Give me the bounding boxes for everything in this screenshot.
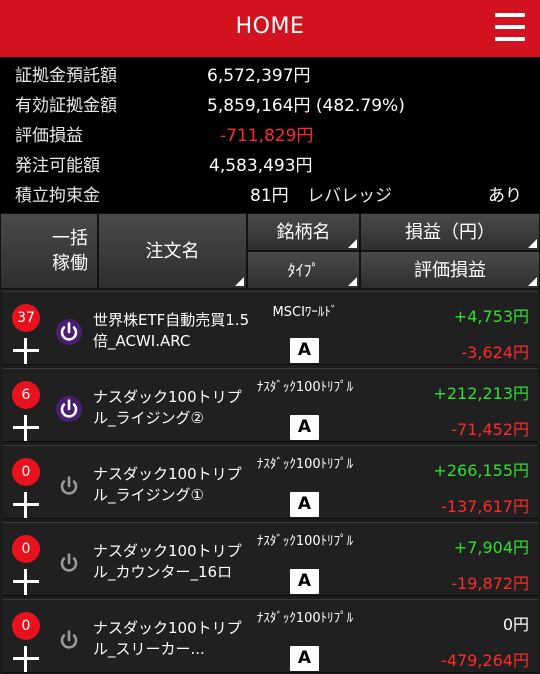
sort-triangle-icon [235,277,244,286]
symbol-name: ﾅｽﾀﾞｯｸ100ﾄﾘﾌﾟﾙ [256,380,354,395]
symbol-name: ﾅｽﾀﾞｯｸ100ﾄﾘﾌﾟﾙ [256,457,354,472]
plus-icon[interactable] [13,415,39,441]
symbol-name: ﾅｽﾀﾞｯｸ100ﾄﾘﾌﾟﾙ [256,534,354,549]
profit-value: +4,753円 [453,307,529,326]
column-header-order-name-label: 注文名 [145,241,200,262]
sort-triangle-icon [348,239,357,248]
column-header-symbol[interactable]: 銘柄名 [247,213,360,251]
column-header-eval[interactable]: 評価損益 [360,251,540,289]
summary-effective: 有効証拠金額 5,859,164円 (482.79%) [0,91,540,121]
column-header-active-label: 一括 稼働 [52,228,88,274]
column-header-type[interactable]: ﾀｲﾌﾟ [247,251,360,289]
leverage-label: レバレッジ [307,186,392,206]
orderable-label: 発注可能額 [15,156,100,176]
column-header-profit-label: 損益（円） [405,222,495,243]
position-count-badge: 0 [12,535,40,563]
hamburger-menu-icon[interactable] [495,13,525,41]
column-header-order-name[interactable]: 注文名 [98,213,247,289]
column-header-profit[interactable]: 損益（円） [360,213,540,251]
summary-margin: 積立拘束金 81円 レバレッジ あり [0,181,540,211]
profit-value: +212,213円 [433,384,529,403]
symbol-name: MSCIﾜｰﾙﾄﾞ [272,305,338,320]
power-on-icon[interactable] [55,395,83,423]
type-badge: A [290,569,319,594]
table-row[interactable]: 37 世界株ETF自動売買1.5倍_ACWI.ARC MSCIﾜｰﾙﾄﾞ A +… [3,291,537,365]
profit-value: +266,155円 [433,461,529,480]
table-row[interactable]: 0 ナスダック100トリプル_スリーカー... ﾅｽﾀﾞｯｸ100ﾄﾘﾌﾟﾙ A… [3,599,537,673]
type-badge: A [290,646,319,671]
sort-triangle-icon [528,239,537,248]
table-row[interactable]: 0 ナスダック100トリプル_ライジング① ﾅｽﾀﾞｯｸ100ﾄﾘﾌﾟﾙ A +… [3,445,537,519]
summary-orderable: 発注可能額 4,583,493円 [0,151,540,181]
effective-label: 有効証拠金額 [15,96,117,116]
power-off-icon[interactable] [55,472,83,500]
column-header-type-label: ﾀｲﾌﾟ [287,261,320,280]
column-header-eval-label: 評価損益 [414,260,486,281]
order-list: 37 世界株ETF自動売買1.5倍_ACWI.ARC MSCIﾜｰﾙﾄﾞ A +… [0,289,540,674]
valuation-value: -711,829円 [220,126,314,146]
type-badge: A [290,338,319,363]
summary-deposit: 証拠金預託額 6,572,397円 [0,61,540,91]
margin-label: 積立拘束金 [15,186,100,206]
table-header: 一括 稼働 注文名 銘柄名 ﾀｲﾌﾟ 損益（円） 評価損益 [0,213,540,289]
valuation-label: 評価損益 [15,126,83,146]
plus-icon[interactable] [13,492,39,518]
type-badge: A [290,415,319,440]
eval-value: -479,264円 [441,651,529,670]
position-count-badge: 0 [12,612,40,640]
order-name: ナスダック100トリプル_ライジング① [93,465,242,504]
type-badge: A [290,492,319,517]
eval-value: -71,452円 [451,420,529,439]
effective-value: 5,859,164円 (482.79%) [207,96,405,116]
order-name: ナスダック100トリプル_カウンター_16ロ [93,542,242,581]
eval-value: -19,872円 [451,574,529,593]
power-off-icon[interactable] [55,549,83,577]
plus-icon[interactable] [13,646,39,672]
page-title: HOME [235,14,305,39]
column-header-symbol-label: 銘柄名 [276,222,331,243]
table-row[interactable]: 0 ナスダック100トリプル_カウンター_16ロ ﾅｽﾀﾞｯｸ100ﾄﾘﾌﾟﾙ … [3,522,537,596]
order-name: ナスダック100トリプル_スリーカー... [93,619,242,658]
position-count-badge: 0 [12,458,40,486]
order-name: ナスダック100トリプル_ライジング② [93,388,242,427]
order-name: 世界株ETF自動売買1.5倍_ACWI.ARC [93,311,250,350]
power-off-icon[interactable] [55,626,83,654]
table-row[interactable]: 6 ナスダック100トリプル_ライジング② ﾅｽﾀﾞｯｸ100ﾄﾘﾌﾟﾙ A +… [3,368,537,442]
sort-triangle-icon [348,277,357,286]
deposit-label: 証拠金預託額 [15,66,117,86]
orderable-value: 4,583,493円 [209,156,313,176]
power-on-icon[interactable] [55,318,83,346]
deposit-value: 6,572,397円 [207,66,311,86]
column-header-active[interactable]: 一括 稼働 [0,213,98,289]
plus-icon[interactable] [13,338,39,364]
plus-icon[interactable] [13,569,39,595]
symbol-name: ﾅｽﾀﾞｯｸ100ﾄﾘﾌﾟﾙ [256,611,354,626]
profit-value: +7,904円 [453,538,529,557]
account-summary: 証拠金預託額 6,572,397円 有効証拠金額 5,859,164円 (482… [0,57,540,213]
position-count-badge: 6 [12,381,40,409]
margin-value: 81円 [250,186,289,206]
eval-value: -137,617円 [441,497,529,516]
sort-triangle-icon [528,277,537,286]
eval-value: -3,624円 [461,343,529,362]
profit-value: 0円 [502,615,529,634]
app-header: HOME [0,0,540,57]
leverage-value: あり [488,186,522,206]
position-count-badge: 37 [12,304,40,332]
summary-valuation: 評価損益 -711,829円 [0,121,540,151]
